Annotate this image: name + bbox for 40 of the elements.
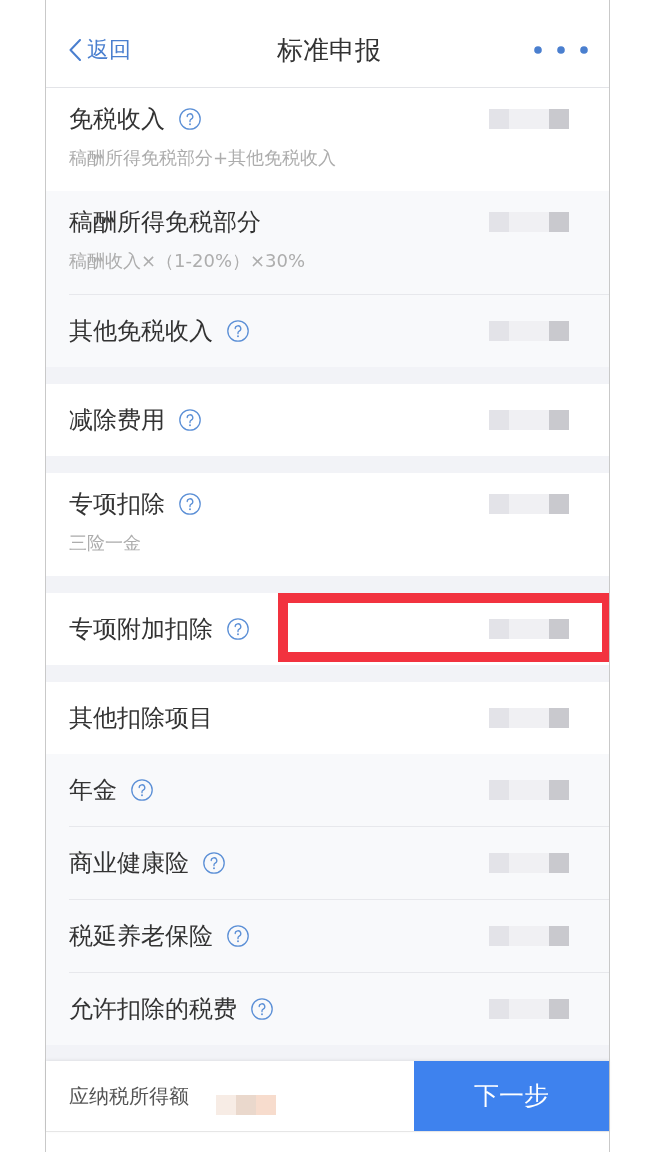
row-label: 专项附加扣除 xyxy=(69,614,213,644)
help-icon[interactable] xyxy=(227,925,249,947)
form-row[interactable]: 其他免税收入 xyxy=(46,294,609,367)
form-row[interactable]: 年金 xyxy=(46,754,609,826)
row-note: 稿酬收入×（1-20%）×30% xyxy=(69,250,306,272)
form-row[interactable]: 允许扣除的税费 xyxy=(46,972,609,1045)
help-icon[interactable] xyxy=(179,108,201,130)
form-row[interactable]: 减除费用 xyxy=(46,384,609,456)
total-label: 应纳税所得额 xyxy=(69,1083,189,1109)
chevron-left-icon xyxy=(69,38,81,61)
form-row[interactable]: 商业健康险 xyxy=(46,826,609,899)
row-note: 稿酬所得免税部分+其他免税收入 xyxy=(69,147,337,169)
row-label: 允许扣除的税费 xyxy=(69,994,237,1024)
form-row[interactable]: 专项扣除 三险一金 xyxy=(46,473,609,576)
form-row[interactable]: 专项附加扣除 xyxy=(46,593,609,665)
help-icon[interactable] xyxy=(227,618,249,640)
form-row[interactable]: 稿酬所得免税部分 稿酬收入×（1-20%）×30% xyxy=(46,191,609,294)
more-icon xyxy=(534,45,588,54)
row-note: 三险一金 xyxy=(69,532,142,554)
help-icon[interactable] xyxy=(131,779,153,801)
row-label: 其他免税收入 xyxy=(69,316,213,346)
row-label: 稿酬所得免税部分 xyxy=(69,207,261,237)
back-button[interactable]: 返回 xyxy=(69,34,131,65)
row-label: 减除费用 xyxy=(69,405,165,435)
help-icon[interactable] xyxy=(203,852,225,874)
help-icon[interactable] xyxy=(179,493,201,515)
help-icon[interactable] xyxy=(179,409,201,431)
form-row[interactable]: 其他扣除项目 xyxy=(46,682,609,754)
help-icon[interactable] xyxy=(251,998,273,1020)
row-label: 其他扣除项目 xyxy=(69,703,213,733)
next-step-button[interactable]: 下一步 xyxy=(414,1061,609,1131)
row-label: 商业健康险 xyxy=(69,848,189,878)
row-label: 免税收入 xyxy=(69,104,165,134)
form-row[interactable]: 税延养老保险 xyxy=(46,899,609,972)
row-label: 年金 xyxy=(69,775,117,805)
form-row[interactable]: 免税收入 稿酬所得免税部分+其他免税收入 xyxy=(46,88,609,191)
help-icon[interactable] xyxy=(227,320,249,342)
row-label: 专项扣除 xyxy=(69,489,165,519)
page-title: 标准申报 xyxy=(276,33,381,67)
row-label: 税延养老保险 xyxy=(69,921,213,951)
